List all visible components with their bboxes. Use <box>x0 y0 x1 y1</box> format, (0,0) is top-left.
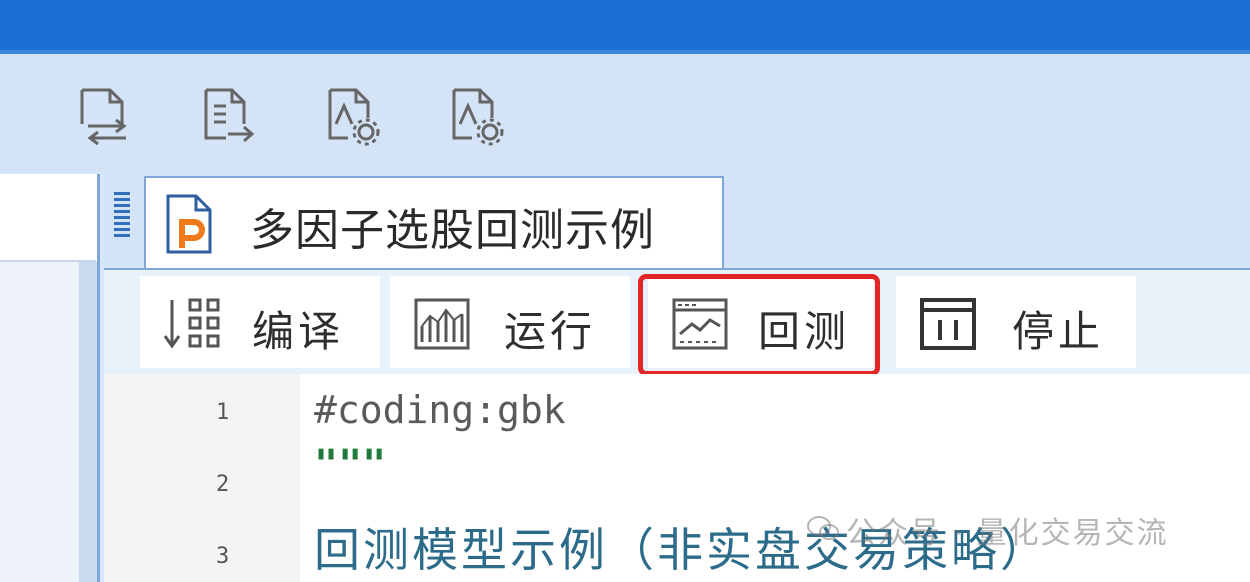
line-number: 3 <box>216 544 230 569</box>
editor-tab-strip: 多因子选股回测示例 <box>104 174 1250 270</box>
wechat-watermark-icon <box>807 516 839 540</box>
line-number: 2 <box>216 472 230 497</box>
tab-title: 多因子选股回测示例 <box>250 205 655 256</box>
run-label: 运行 <box>504 307 597 356</box>
file-export-button[interactable] <box>196 84 260 148</box>
line-number: 1 <box>216 400 230 425</box>
file-settings-button[interactable] <box>320 84 384 148</box>
code-line: #coding:gbk <box>314 388 566 432</box>
stop-label: 停止 <box>1012 307 1105 356</box>
file-transfer-button[interactable] <box>72 84 136 148</box>
file-export-icon <box>204 88 255 143</box>
tab-strip-grip-handle[interactable] <box>114 192 130 248</box>
project-panel-scrollbar[interactable] <box>79 262 97 582</box>
line-number-gutter <box>104 374 300 582</box>
compile-button[interactable]: 编译 <box>140 276 380 368</box>
python-file-icon <box>166 194 212 254</box>
project-panel-header <box>0 174 96 262</box>
compile-label: 编译 <box>252 307 345 356</box>
stop-icon <box>920 298 976 350</box>
stop-button[interactable]: 停止 <box>896 276 1136 368</box>
code-line: """ <box>314 442 387 488</box>
main-toolbar <box>0 54 1250 172</box>
backtest-highlight-box <box>638 274 880 376</box>
compile-icon <box>163 298 220 349</box>
file-transfer-icon <box>80 88 127 146</box>
run-chart-icon <box>414 298 470 350</box>
file-settings-icon <box>328 88 380 146</box>
window-titlebar <box>0 0 1250 50</box>
run-button[interactable]: 运行 <box>390 276 630 368</box>
tab-strategy-file[interactable]: 多因子选股回测示例 <box>144 176 724 268</box>
file-settings-button-2[interactable] <box>444 84 508 148</box>
project-panel <box>0 174 100 582</box>
file-settings-icon-2 <box>452 88 504 146</box>
watermark-text: 公众号 · 量化交易交流 <box>846 516 1169 551</box>
